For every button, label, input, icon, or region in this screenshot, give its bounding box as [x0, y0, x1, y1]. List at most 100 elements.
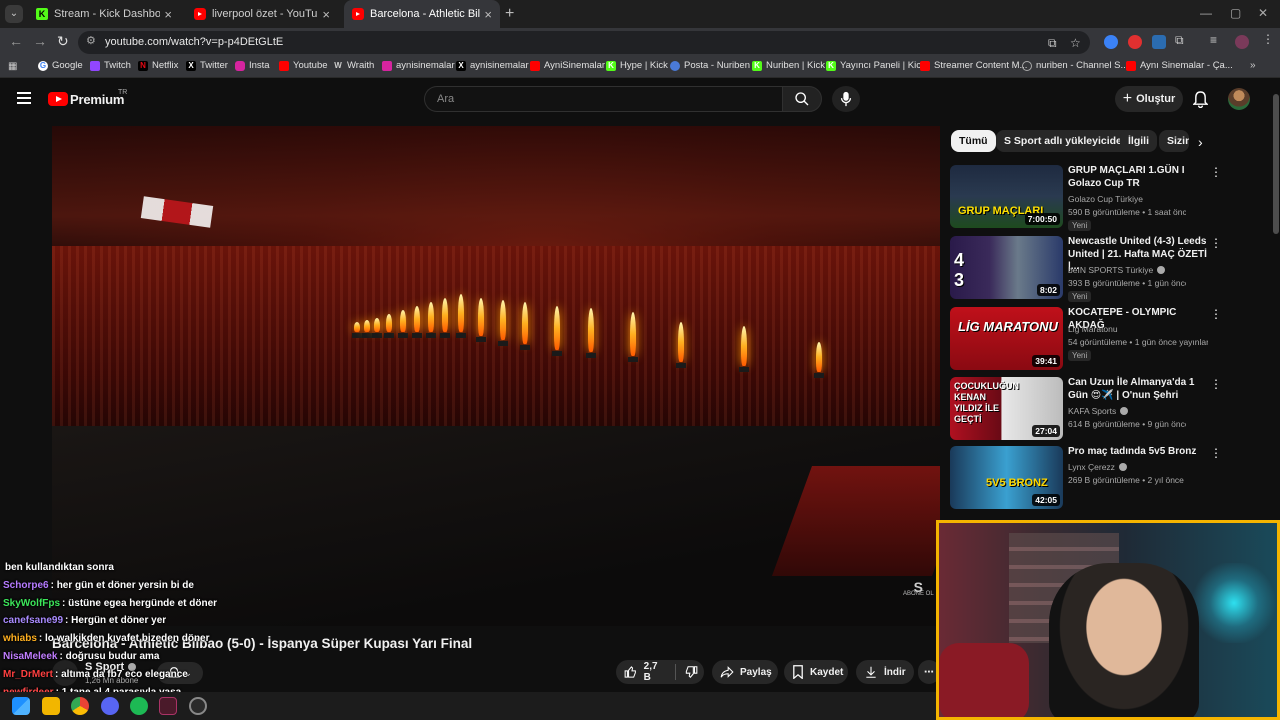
pyro-flame — [384, 314, 394, 338]
video-thumbnail[interactable]: 4 3 8:02 — [950, 236, 1063, 299]
thumbs-up-icon — [624, 666, 636, 678]
bookmark[interactable]: Insta — [235, 60, 270, 71]
youtube-logo-icon[interactable] — [48, 92, 68, 106]
bookmark[interactable]: aynisinemalar — [382, 60, 455, 71]
x-icon: X — [456, 60, 466, 71]
more-vertical-icon[interactable]: ⋮ — [1210, 165, 1222, 179]
windows-start-icon[interactable] — [12, 697, 30, 715]
channel-link[interactable]: KAFA Sports — [1068, 406, 1129, 416]
more-bookmarks-icon[interactable]: » — [1250, 60, 1256, 71]
chip-for-you[interactable]: Sizin — [1159, 130, 1189, 152]
youtube-premium-logo[interactable]: Premium — [70, 92, 124, 107]
minimize-icon[interactable]: — — [1200, 6, 1212, 20]
app-icon[interactable] — [159, 697, 177, 715]
recommendation-item[interactable]: 4 3 8:02 Newcastle United (4-3) Leeds Un… — [950, 236, 1230, 302]
site-info-icon[interactable]: ⚙ — [86, 34, 96, 47]
chip-from-uploader[interactable]: S Sport adlı yükleyiciden — [996, 130, 1137, 152]
channel-link[interactable]: beIN SPORTS Türkiye — [1068, 265, 1166, 275]
tab-barcelona[interactable]: Barcelona - Athletic Bilbao (5-0) × — [344, 0, 500, 28]
more-vertical-icon[interactable]: ⋮ — [1210, 307, 1222, 321]
new-tab-icon[interactable]: + — [505, 5, 514, 23]
bookmark[interactable]: Twitch — [90, 60, 131, 71]
reload-icon[interactable]: ↻ — [57, 33, 69, 50]
chip-all[interactable]: Tümü — [951, 130, 996, 152]
apps-grid-icon[interactable]: ▦ — [8, 61, 17, 72]
close-icon[interactable]: × — [322, 7, 330, 22]
bookmark[interactable]: Streamer Content M... — [920, 60, 1027, 71]
video-thumbnail[interactable]: ÇOCUKLUĞUN KENAN YILDIZ İLE GEÇTİ 27:04 — [950, 377, 1063, 440]
close-icon[interactable]: × — [164, 7, 172, 22]
file-explorer-icon[interactable] — [42, 697, 60, 715]
search-button[interactable] — [782, 86, 822, 112]
tab-kick-dashboard[interactable]: K Stream - Kick Dashboard × — [28, 0, 180, 28]
subscribe-watermark[interactable]: S ABONE OL — [903, 580, 934, 598]
bookmark[interactable]: Youtube — [279, 60, 328, 71]
extension-icon[interactable] — [1104, 35, 1118, 49]
chevron-right-icon[interactable]: › — [1198, 134, 1203, 150]
tab-search-icon[interactable]: ⌄ — [5, 5, 23, 23]
spotify-icon[interactable] — [130, 697, 148, 715]
menu-icon[interactable]: ⋮ — [1262, 32, 1274, 46]
dislike-button[interactable] — [684, 665, 704, 679]
voice-search-button[interactable] — [832, 86, 860, 112]
recommendation-item[interactable]: GRUP MAÇLARI 7:00:50 GRUP MAÇLARI 1.GÜN … — [950, 165, 1230, 231]
bookmark[interactable]: Posta - Nuriben — [670, 60, 750, 71]
more-vertical-icon[interactable]: ⋮ — [1210, 446, 1222, 460]
scrollbar-thumb[interactable] — [1273, 94, 1279, 234]
bookmark[interactable]: nuriben - Channel S... — [1022, 60, 1128, 71]
tab-liverpool[interactable]: liverpool özet - YouTube × — [186, 0, 338, 28]
chip-related[interactable]: İlgili — [1120, 130, 1157, 152]
more-vertical-icon[interactable]: ⋮ — [1210, 236, 1222, 250]
download-button[interactable]: İndir — [856, 660, 914, 684]
notifications-bell-icon[interactable] — [1192, 91, 1209, 113]
create-button[interactable]: + Oluştur — [1115, 86, 1183, 112]
forward-icon[interactable]: → — [33, 33, 47, 49]
media-icon[interactable]: ≡ — [1210, 33, 1217, 47]
bookmark[interactable]: Aynı Sinemalar - Ça... — [1126, 60, 1233, 71]
bookmark[interactable]: Xaynisinemalar — [456, 60, 529, 71]
bookmark[interactable]: K Yayıncı Paneli | Kick — [826, 60, 926, 71]
account-avatar[interactable] — [1228, 88, 1250, 110]
profile-icon[interactable] — [1235, 35, 1249, 49]
close-icon[interactable]: × — [484, 7, 492, 22]
bookmark[interactable]: W Wraith — [333, 60, 374, 71]
windows-taskbar — [0, 692, 936, 720]
back-icon[interactable]: ← — [9, 33, 23, 49]
bookmark[interactable]: K Nuriben | Kick — [752, 60, 825, 71]
recommendation-item[interactable]: LİG MARATONU 39:41 KOCATEPE - OLYMPIC AK… — [950, 307, 1230, 371]
tab-title: Barcelona - Athletic Bilbao (5-0) — [370, 8, 481, 20]
share-button[interactable]: Paylaş — [712, 660, 778, 684]
chrome-icon[interactable] — [71, 697, 89, 715]
shield-icon[interactable] — [1152, 35, 1166, 49]
wraith-icon: W — [334, 60, 342, 70]
pyro-flame — [456, 294, 466, 338]
video-thumbnail[interactable]: GRUP MAÇLARI 7:00:50 — [950, 165, 1063, 228]
more-vertical-icon[interactable]: ⋮ — [1210, 377, 1222, 391]
window-close-icon[interactable]: ✕ — [1258, 6, 1268, 20]
discord-icon[interactable] — [101, 697, 119, 715]
chat-message: SkyWolfFps: üstüne egea hergünde et döne… — [3, 597, 218, 609]
obs-icon[interactable] — [189, 697, 207, 715]
bookmark[interactable]: AyniSinemalar — [530, 60, 605, 71]
video-player[interactable]: S ABONE OL — [52, 126, 940, 626]
extension-icon[interactable] — [1128, 35, 1142, 49]
bookmark[interactable]: X Twitter — [186, 60, 228, 71]
address-bar[interactable]: ⚙ youtube.com/watch?v=p-p4DEtGLtE ⧉ ☆ — [78, 31, 1090, 54]
bookmark-star-icon[interactable]: ☆ — [1070, 36, 1081, 50]
search-input[interactable] — [425, 87, 782, 111]
bookmark[interactable]: N Netflix — [138, 60, 178, 71]
bookmark[interactable]: G Google — [38, 60, 83, 71]
like-button[interactable]: 2,7 B — [624, 661, 667, 683]
install-icon[interactable]: ⧉ — [1048, 36, 1057, 51]
maximize-icon[interactable]: ▢ — [1230, 6, 1241, 20]
puzzle-icon[interactable]: ⧉ — [1175, 33, 1184, 48]
video-thumbnail[interactable]: LİG MARATONU 39:41 — [950, 307, 1063, 370]
verified-icon — [1157, 266, 1166, 274]
bookmark[interactable]: K Hype | Kick — [606, 60, 668, 71]
channel-link[interactable]: Lynx Çerezz — [1068, 462, 1127, 472]
recommendation-item[interactable]: ÇOCUKLUĞUN KENAN YILDIZ İLE GEÇTİ 27:04 … — [950, 377, 1230, 441]
video-thumbnail[interactable]: 5V5 BRONZ 42:05 — [950, 446, 1063, 509]
recommendation-item[interactable]: 5V5 BRONZ 42:05 Pro maç tadında 5v5 Bron… — [950, 446, 1230, 510]
hamburger-menu-icon[interactable] — [17, 92, 31, 104]
save-button[interactable]: Kaydet — [784, 660, 848, 684]
